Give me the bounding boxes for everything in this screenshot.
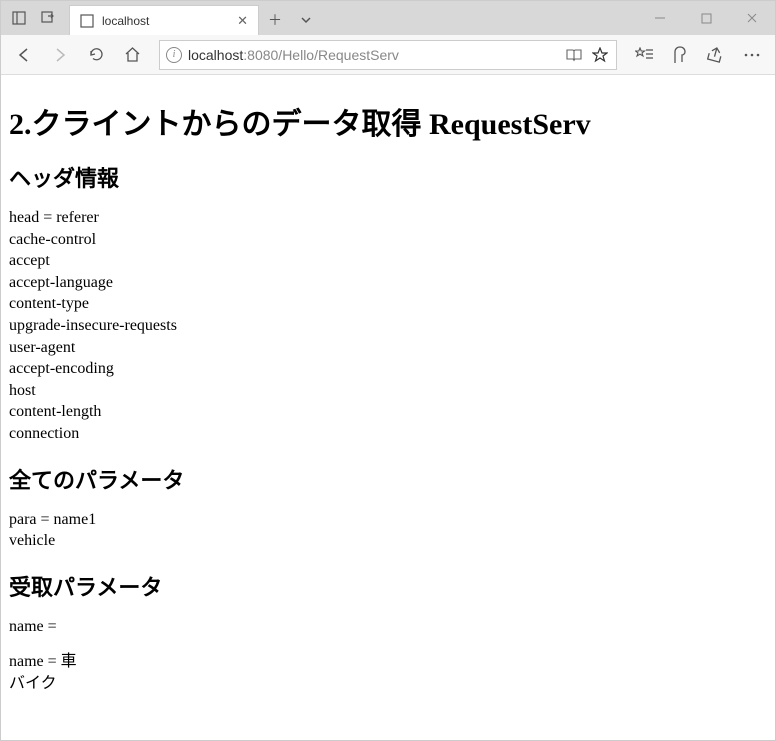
recv-params-p2: name = 車バイク [9,651,767,694]
text-line: upgrade-insecure-requests [9,317,177,334]
headers-block: head = referer cache-control accept accept-… [9,207,767,445]
text-line: name = 車 [9,653,77,670]
share-icon[interactable] [699,38,733,72]
close-icon[interactable]: ✕ [237,13,248,29]
page-content: 2.クライントからのデータ取得 RequestServ ヘッダ情報 head =… [1,75,775,715]
browser-tab[interactable]: localhost ✕ [69,5,259,35]
text-line: para = name1 [9,511,96,528]
text-line: accept-language [9,274,113,291]
section-title-headers: ヘッダ情報 [9,161,767,193]
titlebar-left-buttons [1,1,67,35]
new-tab-button[interactable]: ＋ [259,5,291,35]
text-line: cache-control [9,231,96,248]
url-host: localhost [188,47,243,63]
favorites-list-icon[interactable] [627,38,661,72]
all-params-block: para = name1 vehicle [9,509,767,552]
section-title-all-params: 全てのパラメータ [9,463,767,495]
text-line: head = referer [9,209,99,226]
refresh-button[interactable] [79,38,113,72]
window-controls [637,1,775,35]
settings-more-icon[interactable] [735,38,769,72]
text-line: user-agent [9,339,75,356]
address-bar[interactable]: i localhost:8080/Hello/RequestServ [159,40,617,70]
notes-icon[interactable] [663,38,697,72]
text-line: host [9,382,36,399]
favorite-star-icon[interactable] [590,45,610,65]
text-line: vehicle [9,532,55,549]
recv-params-p1: name = [9,616,767,638]
window-titlebar: localhost ✕ ＋ [1,1,775,35]
tab-strip: localhost ✕ ＋ [67,1,637,35]
section-title-recv-params: 受取パラメータ [9,570,767,602]
back-button[interactable] [7,38,41,72]
text-line: バイク [9,675,57,692]
text-line: connection [9,425,79,442]
reading-view-icon[interactable] [564,45,584,65]
minimize-button[interactable] [637,1,683,35]
browser-toolbar: i localhost:8080/Hello/RequestServ [1,35,775,75]
toolbar-right [627,38,769,72]
page-title: 2.クライントからのデータ取得 RequestServ [9,99,767,143]
close-window-button[interactable] [729,1,775,35]
forward-button[interactable] [43,38,77,72]
text-line: content-length [9,403,101,420]
text-line: content-type [9,295,89,312]
tab-title: localhost [102,14,229,28]
url-text: localhost:8080/Hello/RequestServ [188,47,558,63]
text-line: accept [9,252,50,269]
set-aside-tabs-icon[interactable] [5,4,33,32]
maximize-button[interactable] [683,1,729,35]
tab-actions-icon[interactable] [291,5,321,35]
tab-favicon [80,14,94,28]
url-path: :8080/Hello/RequestServ [243,47,399,63]
tabs-aside-icon[interactable] [35,4,63,32]
text-line: accept-encoding [9,360,114,377]
home-button[interactable] [115,38,149,72]
site-info-icon[interactable]: i [166,47,182,63]
